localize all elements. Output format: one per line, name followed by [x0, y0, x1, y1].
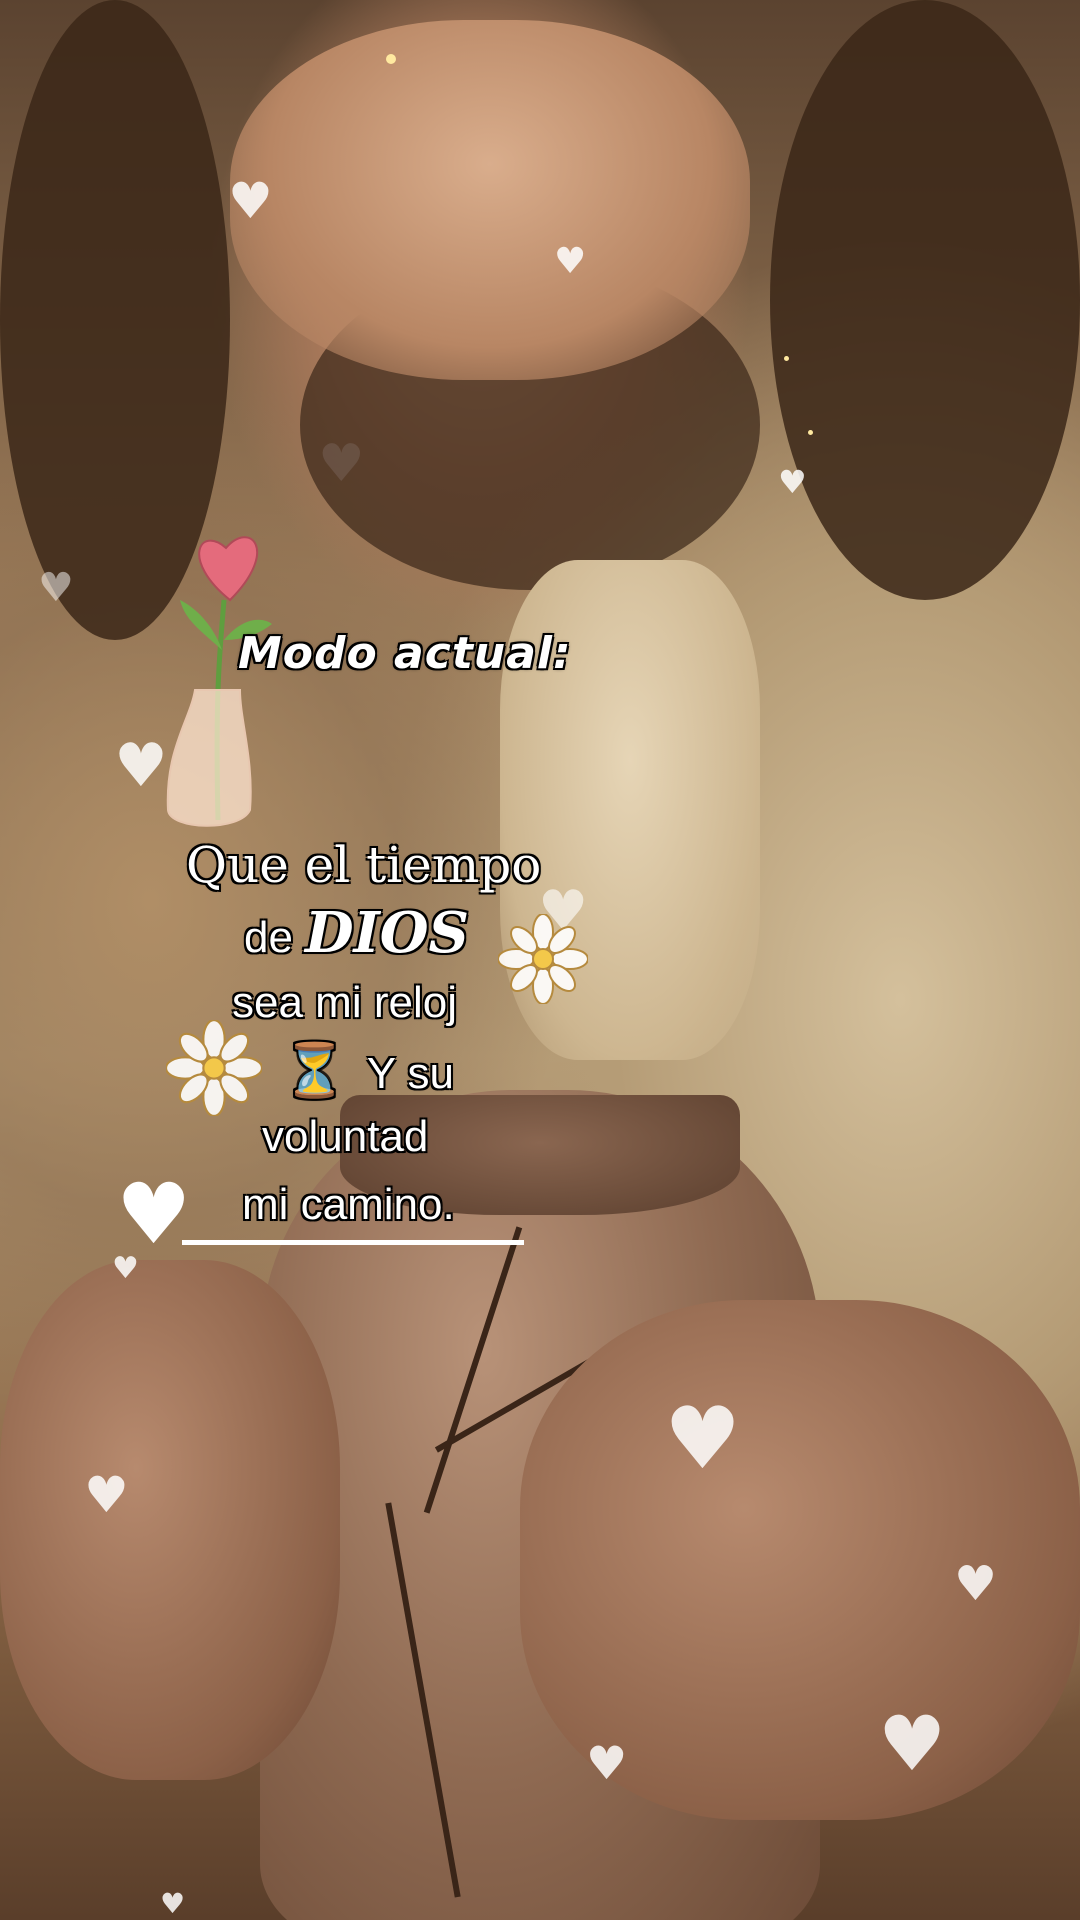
dios-emphasis: DIOS	[304, 900, 469, 966]
quote-line-6: mi camino.	[242, 1180, 455, 1229]
quote-line-2-prefix: de	[244, 913, 293, 962]
white-heart-icon: ♥	[116, 1165, 192, 1263]
quote-line-2: de DIOS	[244, 900, 469, 966]
hourglass-icon: ⏳	[282, 1041, 347, 1101]
quote-line-3: sea mi reloj	[232, 978, 457, 1027]
background-photo: ♥ ♥ ♥ ♥ ♥ ♥ ♥ ♥ ♥ ♥ ♥ ♥ ♥ ♥ Modo actual:…	[0, 0, 1080, 1920]
mode-label: Modo actual:	[238, 628, 572, 679]
quote-line-4: ⏳ Y su	[282, 1040, 454, 1101]
quote-line-4-text: Y su	[366, 1049, 454, 1098]
quote-line-5: voluntad	[262, 1112, 429, 1161]
text-overlay: Modo actual: Que el tiempo de DIOS sea m…	[0, 0, 1080, 1920]
text-underline	[182, 1240, 524, 1245]
quote-line-1: Que el tiempo	[186, 836, 542, 894]
